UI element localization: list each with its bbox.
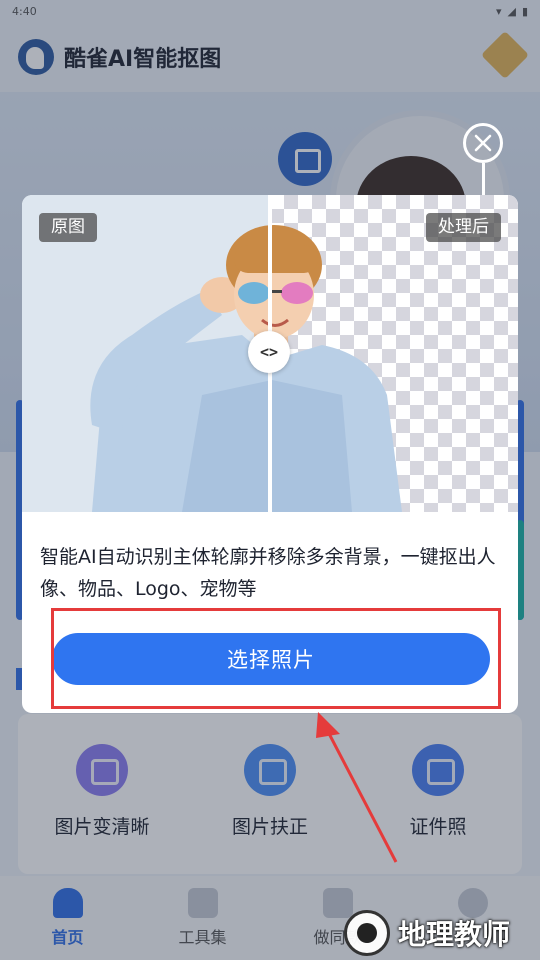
close-button[interactable]	[463, 123, 503, 163]
close-icon	[474, 134, 492, 152]
feature-description: 智能AI自动识别主体轮廓并移除多余背景，一键抠出人像、物品、Logo、宠物等	[40, 546, 496, 600]
annotation-arrow	[316, 712, 398, 863]
watermark: 地理教师	[344, 906, 510, 960]
compare-slider-handle[interactable]: <>	[248, 331, 290, 373]
before-after-compare[interactable]: <> 原图 处理后	[22, 195, 518, 512]
close-connector	[482, 163, 485, 195]
cutout-intro-dialog: <> 原图 处理后 智能AI自动识别主体轮廓并移除多余背景，一键抠出人像、物品、…	[22, 195, 518, 713]
processed-tag: 处理后	[426, 213, 501, 242]
watermark-text: 地理教师	[398, 918, 511, 951]
choose-photo-button[interactable]: 选择照片	[52, 633, 490, 685]
original-tag: 原图	[39, 213, 97, 242]
watermark-logo	[344, 910, 390, 956]
